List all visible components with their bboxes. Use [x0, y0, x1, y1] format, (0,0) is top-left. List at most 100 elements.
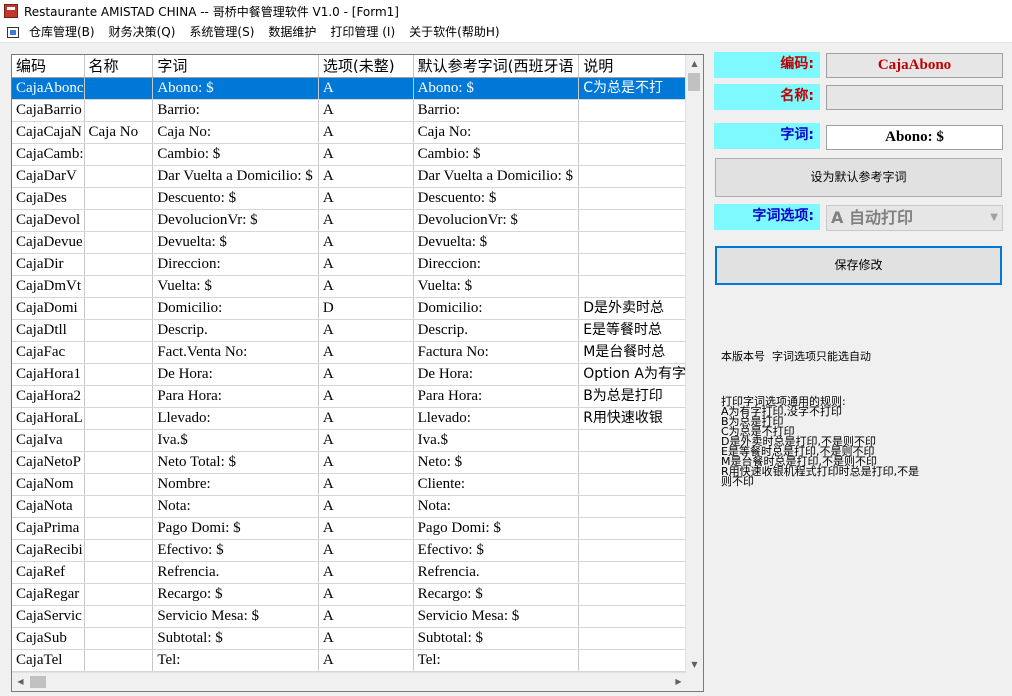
- cell-option[interactable]: A: [318, 495, 414, 518]
- mdi-window-icon[interactable]: [6, 25, 20, 39]
- cell-description[interactable]: [578, 649, 687, 672]
- cell-default-word[interactable]: DevolucionVr: $: [413, 209, 580, 232]
- table-row[interactable]: CajaCajaN Caja No Caja No: A Caja No:: [12, 121, 687, 144]
- cell-default-word[interactable]: Direccion:: [413, 253, 580, 276]
- cell-word[interactable]: Devuelta: $: [152, 231, 319, 254]
- cell-option[interactable]: A: [318, 561, 414, 584]
- table-row[interactable]: CajaDomi Domicilio: D Domicilio: D是外卖时总: [12, 297, 687, 320]
- cell-description[interactable]: C为总是不打: [578, 77, 687, 100]
- cell-default-word[interactable]: Cambio: $: [413, 143, 580, 166]
- cell-description[interactable]: B为总是打印: [578, 385, 687, 408]
- cell-code[interactable]: CajaTel: [12, 649, 85, 672]
- cell-code[interactable]: CajaCajaN: [12, 121, 85, 144]
- cell-word[interactable]: DevolucionVr: $: [152, 209, 319, 232]
- cell-description[interactable]: [578, 561, 687, 584]
- cell-default-word[interactable]: Nota:: [413, 495, 580, 518]
- table-row[interactable]: CajaIva Iva.$ A Iva.$: [12, 429, 687, 452]
- table-row[interactable]: CajaDevol DevolucionVr: $ A DevolucionVr: $: [12, 209, 687, 232]
- column-header-option[interactable]: 选项(未整): [318, 55, 414, 78]
- cell-description[interactable]: [578, 121, 687, 144]
- cell-default-word[interactable]: Llevado:: [413, 407, 580, 430]
- cell-word[interactable]: Refrencia.: [152, 561, 319, 584]
- table-row[interactable]: CajaServic Servicio Mesa: $ A Servicio Mesa…: [12, 605, 687, 628]
- cell-option[interactable]: A: [318, 187, 414, 210]
- cell-description[interactable]: [578, 209, 687, 232]
- cell-word[interactable]: Nombre:: [152, 473, 319, 496]
- menu-data-maintenance[interactable]: 数据维护: [261, 22, 323, 42]
- cell-default-word[interactable]: De Hora:: [413, 363, 580, 386]
- scroll-right-arrow-icon[interactable]: ▶: [670, 673, 687, 691]
- cell-option[interactable]: A: [318, 517, 414, 540]
- column-header-name[interactable]: 名称: [84, 55, 154, 78]
- cell-description[interactable]: M是台餐时总: [578, 341, 687, 364]
- cell-word[interactable]: Subtotal: $: [152, 627, 319, 650]
- save-changes-button[interactable]: 保存修改: [715, 246, 1002, 285]
- cell-description[interactable]: [578, 165, 687, 188]
- cell-code[interactable]: CajaNota: [12, 495, 85, 518]
- cell-name[interactable]: [84, 319, 154, 342]
- horizontal-scrollbar[interactable]: ◀ ▶: [12, 672, 687, 691]
- cell-option[interactable]: A: [318, 429, 414, 452]
- cell-default-word[interactable]: Tel:: [413, 649, 580, 672]
- cell-code[interactable]: CajaNetoP: [12, 451, 85, 474]
- word-option-select[interactable]: A 自动打印 ▼: [826, 205, 1003, 231]
- table-row[interactable]: CajaRef Refrencia. A Refrencia.: [12, 561, 687, 584]
- cell-code[interactable]: CajaHora2: [12, 385, 85, 408]
- vertical-scroll-thumb[interactable]: [688, 73, 700, 91]
- cell-word[interactable]: Llevado:: [152, 407, 319, 430]
- cell-description[interactable]: D是外卖时总: [578, 297, 687, 320]
- cell-word[interactable]: Direccion:: [152, 253, 319, 276]
- cell-option[interactable]: A: [318, 385, 414, 408]
- cell-name[interactable]: [84, 253, 154, 276]
- cell-option[interactable]: A: [318, 121, 414, 144]
- cell-name[interactable]: [84, 495, 154, 518]
- cell-word[interactable]: Descrip.: [152, 319, 319, 342]
- cell-word[interactable]: Domicilio:: [152, 297, 319, 320]
- cell-option[interactable]: A: [318, 407, 414, 430]
- cell-word[interactable]: Cambio: $: [152, 143, 319, 166]
- cell-description[interactable]: [578, 143, 687, 166]
- menu-about[interactable]: 关于软件(帮助H): [402, 22, 506, 42]
- word-field[interactable]: Abono: $: [826, 125, 1003, 150]
- table-row[interactable]: CajaNetoP Neto Total: $ A Neto: $: [12, 451, 687, 474]
- cell-default-word[interactable]: Efectivo: $: [413, 539, 580, 562]
- column-header-description[interactable]: 说明: [578, 55, 687, 78]
- cell-name[interactable]: Caja No: [84, 121, 154, 144]
- table-row[interactable]: CajaDevue Devuelta: $ A Devuelta: $: [12, 231, 687, 254]
- cell-description[interactable]: [578, 275, 687, 298]
- cell-name[interactable]: [84, 165, 154, 188]
- cell-name[interactable]: [84, 429, 154, 452]
- cell-word[interactable]: Servicio Mesa: $: [152, 605, 319, 628]
- name-field[interactable]: [826, 85, 1003, 110]
- cell-option[interactable]: A: [318, 341, 414, 364]
- cell-description[interactable]: [578, 187, 687, 210]
- cell-option[interactable]: A: [318, 605, 414, 628]
- cell-name[interactable]: [84, 231, 154, 254]
- scroll-left-arrow-icon[interactable]: ◀: [12, 673, 29, 691]
- cell-code[interactable]: CajaRef: [12, 561, 85, 584]
- cell-code[interactable]: CajaBarrio: [12, 99, 85, 122]
- horizontal-scroll-thumb[interactable]: [30, 676, 46, 688]
- cell-default-word[interactable]: Abono: $: [413, 77, 580, 100]
- cell-option[interactable]: A: [318, 539, 414, 562]
- cell-code[interactable]: CajaSub: [12, 627, 85, 650]
- table-row[interactable]: CajaFac Fact.Venta No: A Factura No: M是台餐时总: [12, 341, 687, 364]
- cell-name[interactable]: [84, 649, 154, 672]
- table-row[interactable]: CajaNota Nota: A Nota:: [12, 495, 687, 518]
- table-row[interactable]: CajaDarV Dar Vuelta a Domicilio: $ A Dar Vu…: [12, 165, 687, 188]
- cell-code[interactable]: CajaDtll: [12, 319, 85, 342]
- table-row[interactable]: CajaDmVt Vuelta: $ A Vuelta: $: [12, 275, 687, 298]
- cell-code[interactable]: CajaDir: [12, 253, 85, 276]
- cell-default-word[interactable]: Neto: $: [413, 451, 580, 474]
- cell-word[interactable]: Neto Total: $: [152, 451, 319, 474]
- cell-word[interactable]: Caja No:: [152, 121, 319, 144]
- cell-default-word[interactable]: Subtotal: $: [413, 627, 580, 650]
- cell-name[interactable]: [84, 517, 154, 540]
- cell-option[interactable]: A: [318, 319, 414, 342]
- cell-description[interactable]: [578, 583, 687, 606]
- table-row[interactable]: CajaDir Direccion: A Direccion:: [12, 253, 687, 276]
- menu-print[interactable]: 打印管理 (I): [323, 22, 402, 42]
- cell-default-word[interactable]: Refrencia.: [413, 561, 580, 584]
- table-row[interactable]: CajaAbonc Abono: $ A Abono: $ C为总是不打: [12, 77, 687, 100]
- table-row[interactable]: CajaCamb: Cambio: $ A Cambio: $: [12, 143, 687, 166]
